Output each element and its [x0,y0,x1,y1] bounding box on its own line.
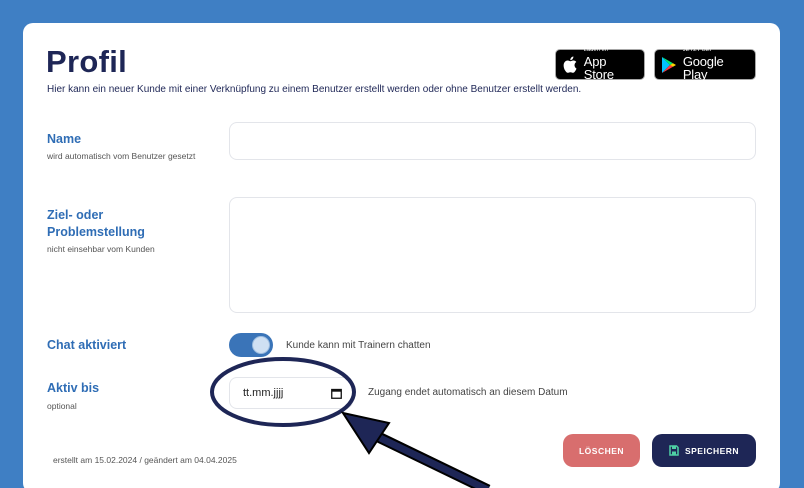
chat-description: Kunde kann mit Trainern chatten [286,340,431,351]
google-play-badge[interactable]: JETZT BEI Google Play [654,47,756,82]
goal-hint: nicht einsehbar vom Kunden [47,244,155,254]
name-input[interactable] [229,122,756,160]
googleplay-small-text: JETZT BEI [682,47,712,54]
delete-button[interactable]: LÖSCHEN [563,434,640,467]
page-subtitle: Hier kann ein neuer Kunde mit einer Verk… [47,84,582,95]
created-modified-meta: erstellt am 15.02.2024 / geändert am 04.… [53,455,237,465]
active-until-hint: optional [47,401,77,411]
goal-label: Ziel- oder Problemstellung [47,208,145,239]
app-store-badge[interactable]: Laden im App Store [555,47,645,82]
google-play-icon [661,55,678,75]
chat-toggle[interactable] [229,333,273,357]
active-until-date-input[interactable]: tt.mm.jjjj [229,377,353,409]
date-placeholder: tt.mm.jjjj [243,387,284,399]
save-button[interactable]: SPEICHERN [652,434,756,467]
active-until-description: Zugang endet automatisch an diesem Datum [368,387,568,398]
chat-label: Chat aktiviert [47,338,127,352]
save-icon [669,445,679,456]
save-label: SPEICHERN [684,445,740,456]
apple-icon [562,55,579,75]
name-hint: wird automatisch vom Benutzer gesetzt [47,151,196,161]
calendar-icon[interactable] [330,387,342,399]
googleplay-big-text: Google Play [682,53,724,82]
appstore-small-text: Laden im [583,47,609,54]
appstore-big-text: App Store [583,53,614,82]
active-until-label: Aktiv bis [47,381,100,395]
goal-textarea[interactable] [229,197,756,313]
page-title: Profil [46,44,128,79]
toggle-knob [252,336,270,354]
name-label: Name [47,132,82,146]
